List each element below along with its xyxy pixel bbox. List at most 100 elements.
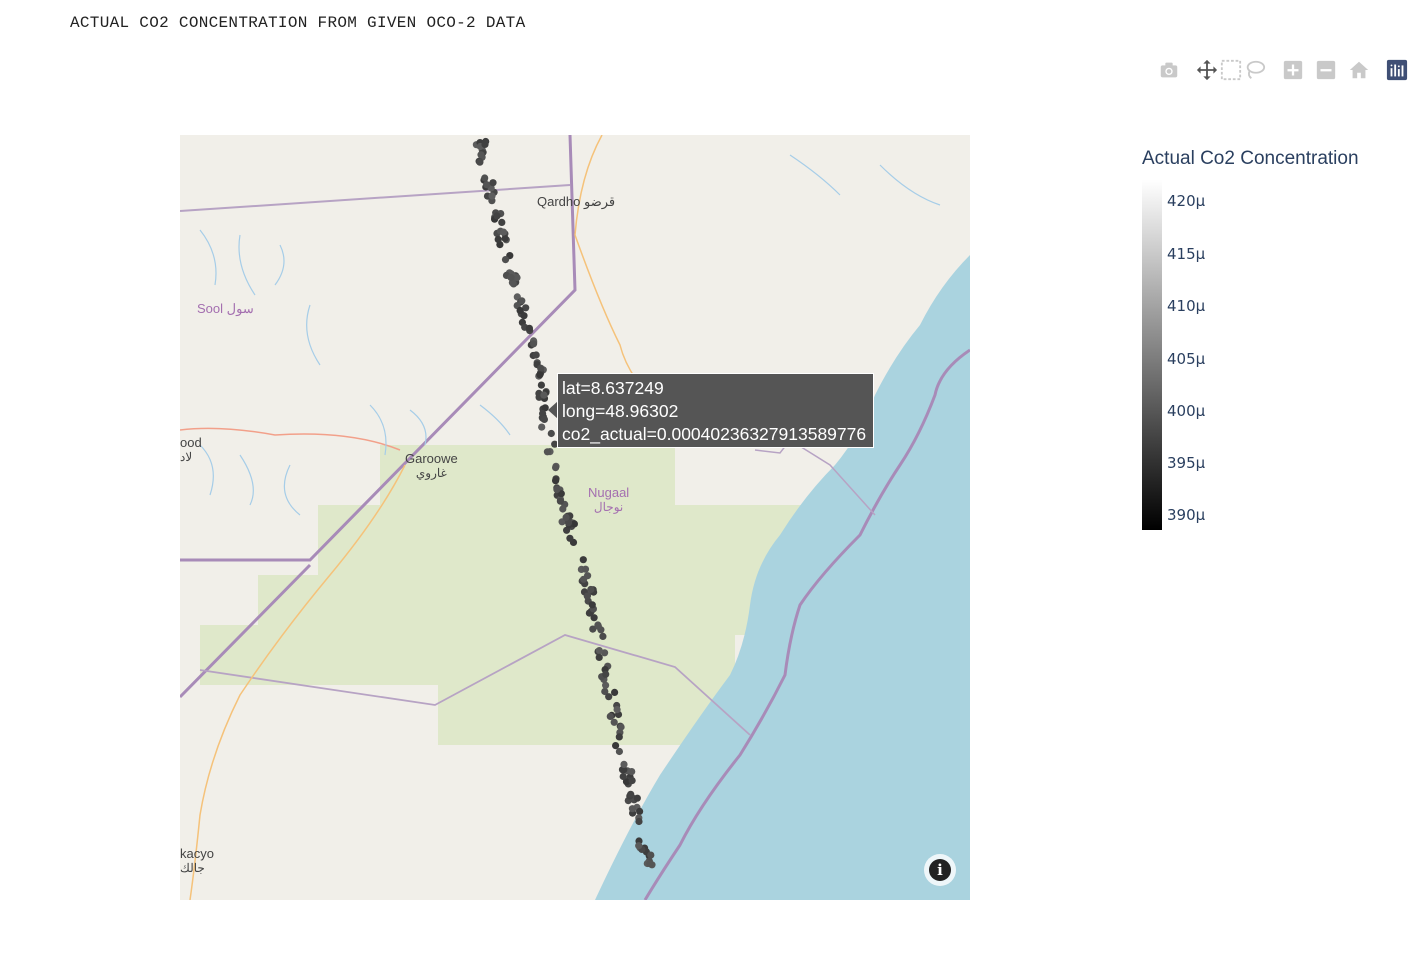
co2-marker[interactable] <box>536 371 544 379</box>
co2-marker[interactable] <box>477 151 485 159</box>
co2-marker[interactable] <box>530 340 538 348</box>
co2-marker[interactable] <box>615 747 623 756</box>
camera-icon[interactable] <box>1157 58 1181 82</box>
place-garoowe: Garoowe غاروي <box>405 451 458 480</box>
co2-marker[interactable] <box>489 179 497 187</box>
co2-marker[interactable] <box>481 140 489 148</box>
co2-marker[interactable] <box>617 723 625 731</box>
co2-marker[interactable] <box>566 534 574 542</box>
co2-marker[interactable] <box>594 622 602 630</box>
co2-marker[interactable] <box>552 477 560 485</box>
co2-marker[interactable] <box>488 192 496 200</box>
co2-marker[interactable] <box>636 807 644 816</box>
plotly-logo-icon[interactable] <box>1385 58 1409 82</box>
place-garoowe-arabic: غاروي <box>415 466 447 480</box>
co2-marker[interactable] <box>543 448 551 456</box>
co2-marker[interactable] <box>499 228 508 236</box>
co2-marker[interactable] <box>547 429 555 438</box>
co2-marker[interactable] <box>525 324 533 332</box>
co2-marker[interactable] <box>595 647 603 655</box>
place-kacyo-name: kacyo <box>180 846 214 861</box>
co2-marker[interactable] <box>516 306 524 315</box>
co2-marker[interactable] <box>628 768 636 776</box>
co2-marker[interactable] <box>583 592 591 600</box>
co2-marker[interactable] <box>619 772 627 781</box>
colorbar-tick: 415μ <box>1167 245 1206 263</box>
co2-marker[interactable] <box>493 212 501 220</box>
map-attribution-info-button[interactable]: i <box>924 854 956 886</box>
co2-marker[interactable] <box>540 415 548 423</box>
pan-icon[interactable] <box>1195 58 1219 82</box>
co2-marker[interactable] <box>615 733 623 741</box>
co2-marker[interactable] <box>481 174 489 182</box>
co2-marker[interactable] <box>646 860 654 868</box>
zoom-in-icon[interactable] <box>1281 58 1305 82</box>
place-sool-arabic: سول <box>226 301 254 316</box>
co2-marker[interactable] <box>587 585 595 594</box>
co2-marker[interactable] <box>537 381 545 389</box>
co2-marker[interactable] <box>605 693 613 701</box>
place-qardho-arabic: قرضو <box>584 194 616 209</box>
place-ood: ood لاد <box>180 435 202 464</box>
co2-marker[interactable] <box>588 601 596 609</box>
co2-marker[interactable] <box>611 688 619 697</box>
co2-marker[interactable] <box>612 742 620 750</box>
colorbar-tick: 405μ <box>1167 350 1206 368</box>
co2-marker[interactable] <box>581 565 590 573</box>
co2-marker[interactable] <box>483 181 491 189</box>
place-sool-name: Sool <box>197 301 224 316</box>
co2-marker[interactable] <box>553 485 561 494</box>
box-select-icon[interactable] <box>1219 58 1243 82</box>
place-garoowe-name: Garoowe <box>405 451 458 466</box>
page-title: ACTUAL CO2 CONCENTRATION FROM GIVEN OCO-… <box>70 14 526 32</box>
co2-marker[interactable] <box>602 670 610 678</box>
place-qardho: Qardho قرضو <box>537 194 615 210</box>
co2-marker[interactable] <box>635 817 643 826</box>
co2-marker[interactable] <box>540 391 548 399</box>
colorbar-tick: 390μ <box>1167 506 1206 524</box>
co2-marker[interactable] <box>647 851 655 859</box>
hover-tooltip: lat=8.637249 long=48.96302 co2_actual=0.… <box>557 373 874 448</box>
info-icon: i <box>929 859 951 881</box>
co2-marker[interactable] <box>595 653 603 662</box>
co2-marker[interactable] <box>556 497 564 505</box>
co2-marker[interactable] <box>627 790 635 798</box>
co2-marker[interactable] <box>613 706 621 714</box>
place-ood-name: ood <box>180 435 202 450</box>
co2-marker[interactable] <box>501 234 509 243</box>
tooltip-long: long=48.96302 <box>562 401 679 421</box>
home-icon[interactable] <box>1347 58 1371 82</box>
place-nugaal-name: Nugaal <box>588 485 630 500</box>
co2-marker[interactable] <box>610 718 618 726</box>
co2-marker[interactable] <box>538 423 546 431</box>
place-ood-arabic: لاد <box>180 450 193 464</box>
zoom-out-icon[interactable] <box>1314 58 1338 82</box>
co2-marker[interactable] <box>507 273 515 281</box>
co2-marker[interactable] <box>579 556 587 564</box>
place-sool: Sool سول <box>197 301 254 317</box>
place-kacyo: kacyo جالك <box>180 846 214 875</box>
tooltip-lat: lat=8.637249 <box>562 378 664 398</box>
co2-marker[interactable] <box>628 777 636 785</box>
co2-marker[interactable] <box>628 805 636 813</box>
co2-marker[interactable] <box>635 842 643 850</box>
lasso-icon[interactable] <box>1243 58 1267 82</box>
co2-marker[interactable] <box>633 794 641 802</box>
colorbar-tick: 420μ <box>1167 192 1206 210</box>
co2-marker[interactable] <box>494 235 502 243</box>
co2-marker[interactable] <box>580 575 588 583</box>
co2-marker[interactable] <box>620 760 628 769</box>
co2-marker[interactable] <box>498 218 506 226</box>
co2-marker[interactable] <box>552 464 560 472</box>
co2-marker[interactable] <box>476 158 484 166</box>
co2-marker[interactable] <box>501 256 510 264</box>
co2-marker[interactable] <box>559 505 567 513</box>
map-plot[interactable]: Qardho قرضو Sool سول Garoowe غاروي Nugaa… <box>180 135 970 900</box>
co2-marker[interactable] <box>606 712 614 721</box>
co2-marker[interactable] <box>537 364 545 372</box>
co2-marker[interactable] <box>599 632 607 640</box>
tooltip-co2: co2_actual=0.00040236327913589776 <box>562 424 867 444</box>
co2-marker[interactable] <box>532 351 540 359</box>
colorbar-tick: 410μ <box>1167 297 1206 315</box>
co2-marker[interactable] <box>562 513 570 521</box>
